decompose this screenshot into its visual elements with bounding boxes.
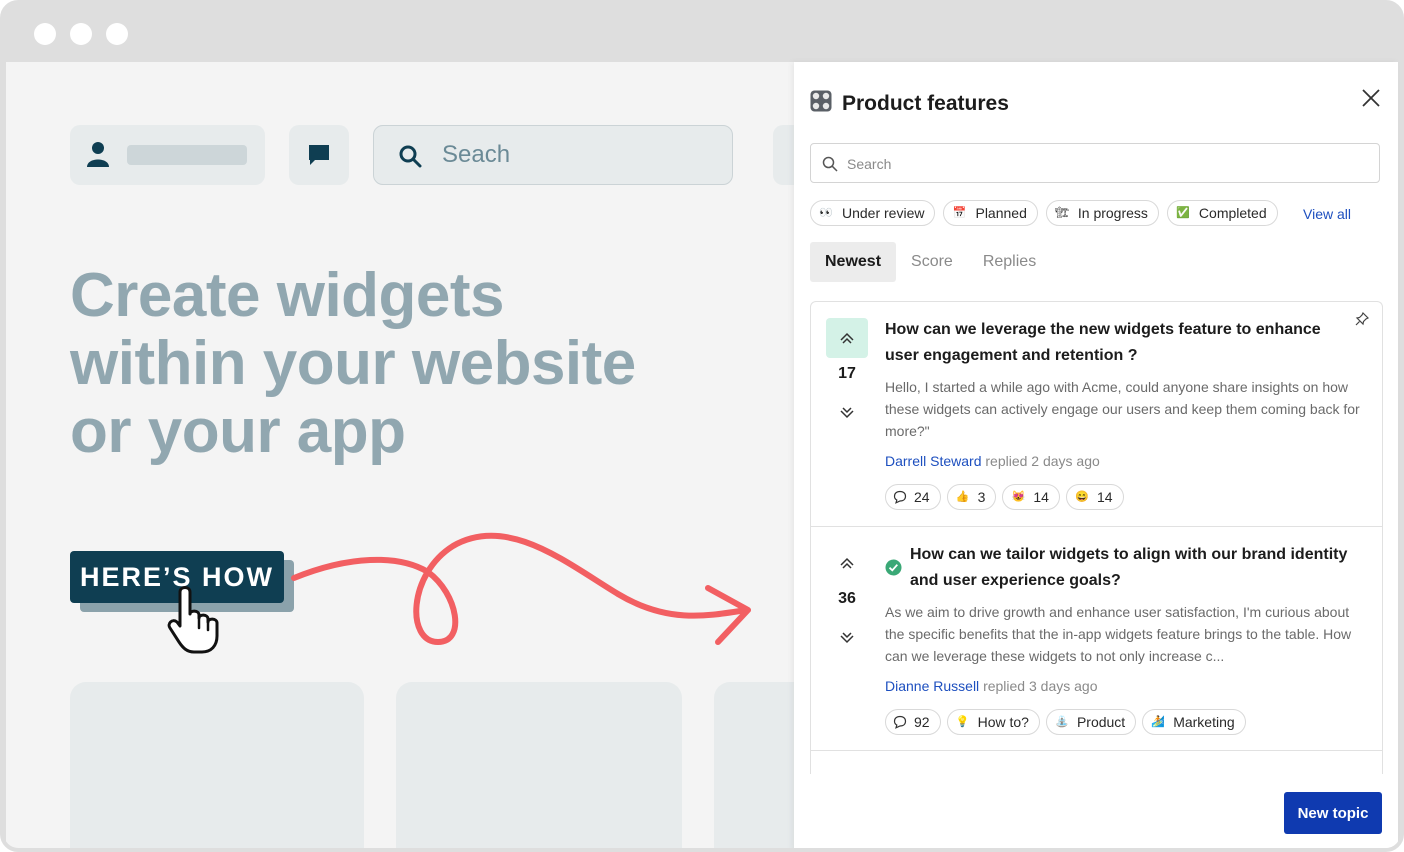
construction-icon: 🏗	[1054, 207, 1069, 219]
status-filter-row: 👀 Under review 📅 Planned 🏗 In progress ✅…	[810, 200, 1278, 226]
light-bulb-icon: 💡	[955, 716, 970, 728]
upvote-button[interactable]	[826, 543, 868, 583]
downvote-button[interactable]	[826, 403, 868, 423]
chip-label: 92	[914, 714, 930, 730]
replied-time: replied 3 days ago	[983, 678, 1098, 694]
chevron-up-icon	[840, 332, 854, 344]
panel-footer: New topic	[794, 774, 1398, 848]
hero-headline: Create widgets within your website or yo…	[70, 261, 636, 466]
chip-label: Product	[1076, 714, 1126, 730]
chip-label: 24	[914, 489, 930, 505]
window-maximize-dot[interactable]	[106, 23, 128, 45]
topic-item[interactable]: 36 How can we tailor widgets to align wi…	[811, 526, 1382, 751]
panel-title: Product features	[842, 91, 1009, 115]
comment-count-chip[interactable]: 92	[885, 709, 941, 735]
chevron-down-icon	[840, 632, 854, 644]
chat-bubble-icon	[307, 143, 331, 172]
swoosh-arrow-icon	[288, 524, 758, 659]
chip-label: 14	[1096, 489, 1113, 505]
calendar-icon: 📅	[952, 207, 967, 219]
thumbs-up-icon: 👍	[955, 491, 970, 503]
reaction-chips: 24 👍 3 😻 14 😄 14	[885, 484, 1124, 510]
smile-icon: 😄	[1075, 491, 1089, 503]
status-planned[interactable]: 📅 Planned	[943, 200, 1038, 226]
status-in-progress[interactable]: 🏗 In progress	[1045, 200, 1159, 226]
heart-eyes-cat-icon: 😻	[1011, 491, 1026, 503]
view-all-link[interactable]: View all	[1303, 206, 1351, 222]
panel-search-input[interactable]	[845, 152, 1359, 176]
background-search-placeholder: Seach	[442, 141, 511, 168]
author-link[interactable]: Dianne Russell	[885, 678, 979, 694]
topic-title[interactable]: How can we leverage the new widgets feat…	[885, 317, 1355, 369]
status-label: In progress	[1077, 205, 1148, 221]
user-icon	[87, 141, 109, 172]
chip-label: Marketing	[1173, 714, 1235, 730]
reaction-chip[interactable]: 😄 14	[1065, 484, 1124, 510]
speech-bubble-icon	[893, 715, 907, 729]
completed-check-icon	[885, 559, 902, 581]
vote-count: 36	[838, 590, 856, 607]
chip-label: 14	[1033, 489, 1049, 505]
replied-time: replied 2 days ago	[985, 453, 1100, 469]
sort-tabs: Newest Score Replies	[810, 242, 1051, 282]
tab-score[interactable]: Score	[896, 242, 968, 282]
downvote-button[interactable]	[826, 628, 868, 648]
new-topic-button[interactable]: New topic	[1284, 792, 1382, 834]
tab-newest[interactable]: Newest	[810, 242, 897, 282]
topic-meta: Dianne Russell replied 3 days ago	[885, 678, 1097, 694]
topic-excerpt: As we aim to drive growth and enhance us…	[885, 604, 1352, 664]
tag-chip-marketing[interactable]: 🏄 Marketing	[1142, 709, 1246, 735]
panel-header: Product features	[810, 90, 1009, 117]
card-placeholder	[396, 682, 682, 848]
pointer-hand-icon	[166, 584, 232, 661]
topic-item[interactable]: 17 How can we leverage the new widgets f…	[811, 302, 1382, 526]
fountain-icon: ⛲	[1055, 716, 1069, 728]
status-label: Under review	[842, 205, 925, 221]
close-icon[interactable]	[1360, 87, 1382, 109]
window-titlebar	[4, 4, 1400, 62]
upvote-button[interactable]	[826, 318, 868, 358]
pin-icon	[1355, 311, 1370, 331]
chip-label: 3	[977, 489, 986, 505]
status-under-review[interactable]: 👀 Under review	[810, 200, 936, 226]
status-label: Planned	[975, 205, 1027, 221]
tag-chips: 92 💡 How to? ⛲ Product 🏄 Marketing	[885, 709, 1246, 735]
control-knobs-icon	[810, 90, 832, 117]
topic-meta: Darrell Steward replied 2 days ago	[885, 453, 1100, 469]
topic-title[interactable]: How can we tailor widgets to align with …	[910, 542, 1350, 594]
topic-list: 17 How can we leverage the new widgets f…	[810, 301, 1383, 782]
chevron-down-icon	[840, 407, 854, 419]
username-placeholder	[127, 145, 247, 165]
topic-excerpt: Hello, I started a while ago with Acme, …	[885, 379, 1360, 439]
author-link[interactable]: Darrell Steward	[885, 453, 981, 469]
surfer-icon: 🏄	[1151, 716, 1166, 728]
chip-label: How to?	[977, 714, 1029, 730]
product-features-panel: Product features 👀 Under review 📅 Planne…	[794, 62, 1398, 848]
card-placeholder	[70, 682, 364, 848]
search-icon	[822, 156, 838, 177]
tag-chip-how-to[interactable]: 💡 How to?	[946, 709, 1040, 735]
comment-count-chip[interactable]: 24	[885, 484, 941, 510]
chevron-up-icon	[840, 557, 854, 569]
speech-bubble-icon	[893, 490, 907, 504]
tag-chip-product[interactable]: ⛲ Product	[1045, 709, 1137, 735]
search-icon	[398, 144, 422, 175]
browser-window: Seach Create widgets within your website…	[0, 0, 1404, 852]
reaction-chip[interactable]: 😻 14	[1002, 484, 1060, 510]
status-label: Completed	[1198, 205, 1267, 221]
panel-search-field[interactable]	[810, 143, 1380, 183]
vote-count: 17	[838, 365, 856, 382]
tab-replies[interactable]: Replies	[968, 242, 1051, 282]
check-box-icon: ✅	[1176, 207, 1190, 219]
chat-button[interactable]	[289, 125, 349, 185]
status-completed[interactable]: ✅ Completed	[1166, 200, 1278, 226]
window-minimize-dot[interactable]	[70, 23, 92, 45]
user-account-pill[interactable]	[70, 125, 265, 185]
reaction-chip[interactable]: 👍 3	[946, 484, 997, 510]
window-close-dot[interactable]	[34, 23, 56, 45]
eyes-icon: 👀	[819, 207, 833, 219]
background-search-box[interactable]: Seach	[373, 125, 733, 185]
